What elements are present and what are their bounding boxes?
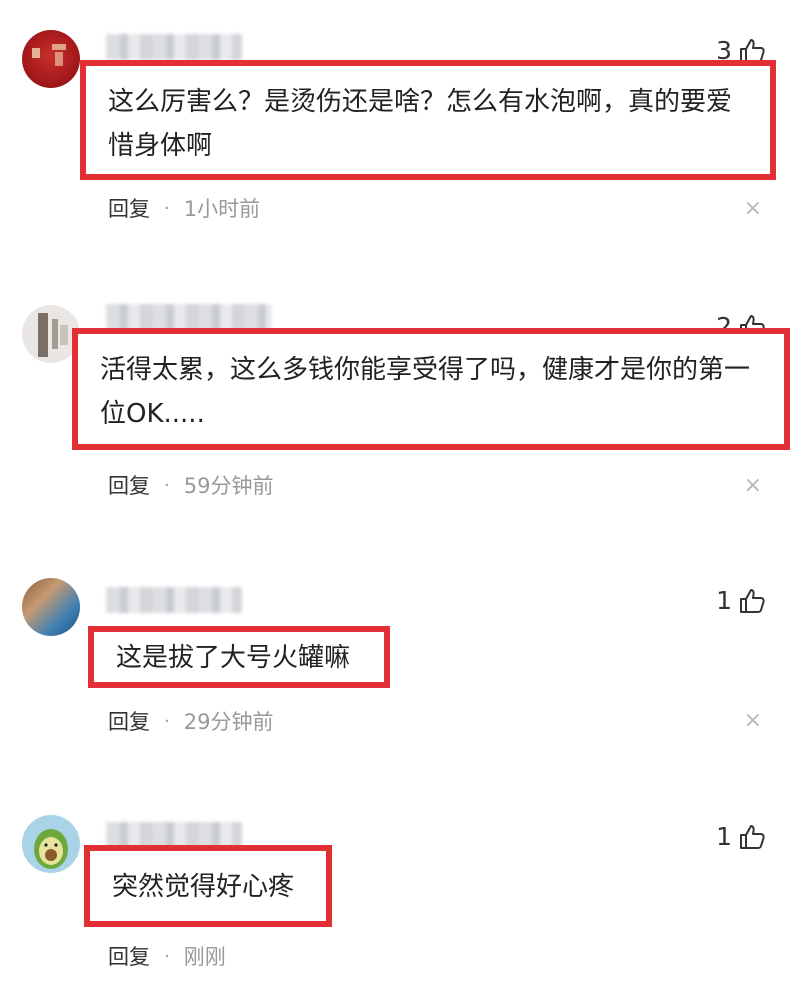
avatar[interactable] xyxy=(22,815,80,873)
comment-timestamp: 刚刚 xyxy=(183,945,226,969)
like-count: 1 xyxy=(716,822,732,851)
comment-meta: 回复 · 刚刚 xyxy=(108,941,226,971)
comment-content-highlight: 突然觉得好心疼 xyxy=(84,845,332,927)
thumbs-up-icon xyxy=(740,824,765,849)
reply-button[interactable]: 回复 xyxy=(108,941,150,971)
comment-item: 1 突然觉得好心疼 回复 · 刚刚 xyxy=(0,0,800,983)
comment-text: 突然觉得好心疼 xyxy=(112,872,295,902)
meta-separator: · xyxy=(164,945,170,967)
like-button[interactable]: 1 xyxy=(716,822,766,851)
